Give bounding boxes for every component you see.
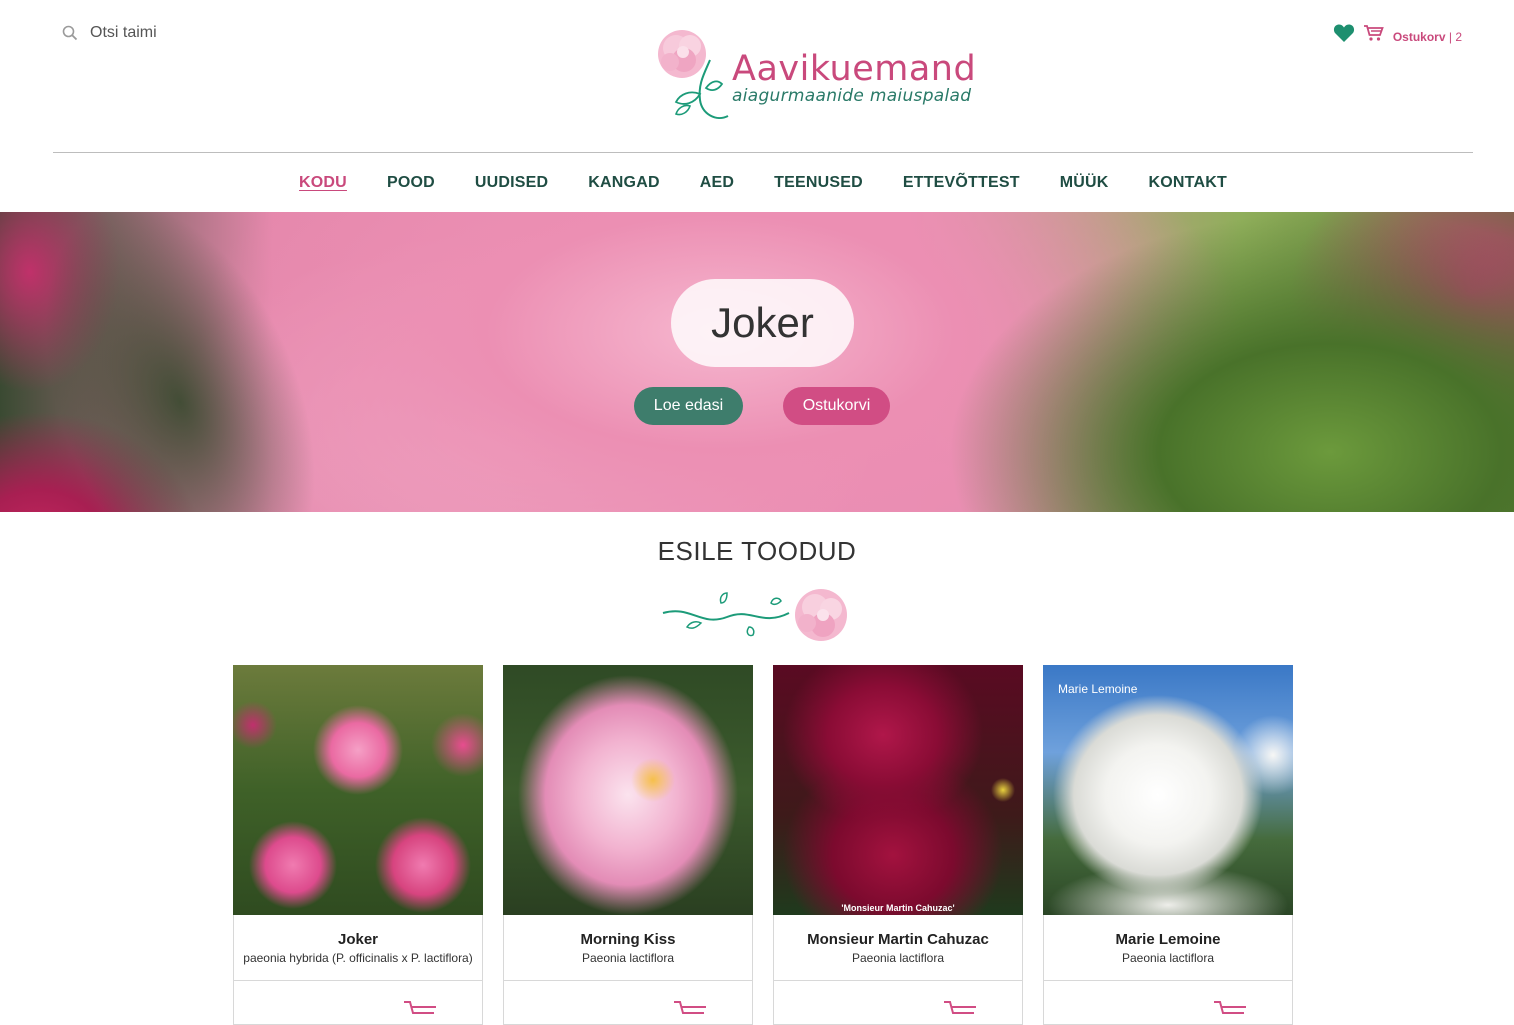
card-cart-area [234, 981, 482, 1021]
read-more-button[interactable]: Loe edasi [634, 387, 743, 425]
peony-logo-icon [658, 30, 729, 119]
nav-item-aed[interactable]: AED [700, 174, 734, 192]
cart-icon[interactable] [672, 999, 712, 1017]
card-cart-area [774, 981, 1022, 1021]
nav-item-teenused[interactable]: TEENUSED [774, 174, 863, 192]
brand-name: Aavikuemand [732, 49, 977, 89]
product-card-joker[interactable]: Joker paeonia hybrida (P. officinalis x … [233, 665, 483, 1025]
vine-flower-ornament-icon [662, 589, 847, 641]
nav-item-kodu[interactable]: KODU [299, 174, 347, 192]
product-card-morning-kiss[interactable]: Morning Kiss Paeonia lactiflora [503, 665, 753, 1025]
product-image[interactable] [233, 665, 483, 915]
nav-item-pood[interactable]: POOD [387, 174, 435, 192]
product-latin-name: Paeonia lactiflora [581, 951, 675, 965]
cart-separator: | [1445, 30, 1456, 44]
product-card-marie-lemoine[interactable]: Marie Lemoine Marie Lemoine Paeonia lact… [1043, 665, 1293, 1025]
featured-products: Joker paeonia hybrida (P. officinalis x … [233, 665, 1293, 1025]
product-latin-name: Paeonia lactiflora [851, 951, 945, 965]
hero-banner: Joker Loe edasi Ostukorvi [0, 212, 1514, 512]
nav-item-ettevottest[interactable]: ETTEVÕTTEST [903, 174, 1020, 192]
image-caption: 'Monsieur Martin Cahuzac' [841, 903, 955, 913]
main-nav: KODU POOD UUDISED KANGAD AED TEENUSED ET… [0, 153, 1514, 212]
nav-item-kontakt[interactable]: KONTAKT [1149, 174, 1227, 192]
hero-leaf-shadow [0, 212, 370, 512]
nav-item-kangad[interactable]: KANGAD [588, 174, 659, 192]
product-name[interactable]: Joker [234, 931, 482, 948]
nav-item-uudised[interactable]: UUDISED [475, 174, 548, 192]
wishlist-heart-icon[interactable] [1333, 23, 1355, 43]
cart-icon[interactable] [402, 999, 442, 1017]
product-name[interactable]: Monsieur Martin Cahuzac [774, 931, 1022, 948]
product-latin-name: paeonia hybrida (P. officinalis x P. lac… [243, 951, 473, 965]
hero-title: Joker [711, 299, 814, 346]
product-name[interactable]: Marie Lemoine [1044, 931, 1292, 948]
header-divider [53, 152, 1473, 153]
search-icon [62, 25, 78, 41]
search-box[interactable] [62, 24, 290, 42]
add-to-cart-button[interactable]: Ostukorvi [783, 387, 890, 425]
brand-tagline: aiagurmaanide maiuspalad [732, 86, 972, 106]
product-name[interactable]: Morning Kiss [504, 931, 752, 948]
card-cart-area [1044, 981, 1292, 1021]
product-image[interactable]: 'Monsieur Martin Cahuzac' [773, 665, 1023, 915]
featured-heading: ESILE TOODUD [657, 536, 857, 566]
product-latin-name: Paeonia lactiflora [1121, 951, 1215, 965]
cart-icon[interactable] [1212, 999, 1252, 1017]
search-input[interactable] [90, 24, 290, 42]
card-cart-area [504, 981, 752, 1021]
hero-title-pill: Joker [671, 279, 854, 367]
shopping-cart-icon [1363, 25, 1384, 41]
product-image[interactable] [503, 665, 753, 915]
product-image[interactable]: Marie Lemoine [1043, 665, 1293, 915]
nav-item-muuk[interactable]: MÜÜK [1060, 174, 1109, 192]
cart-count: 2 [1455, 30, 1462, 44]
cart-label: Ostukorv [1392, 30, 1446, 44]
cart-icon[interactable] [942, 999, 982, 1017]
cart-link[interactable]: Ostukorv | 2 [1363, 22, 1462, 44]
cart-summary: Ostukorv | 2 [1393, 30, 1462, 44]
site-header: Aavikuemand aiagurmaanide maiuspalad Ost… [0, 0, 1514, 153]
product-card-monsieur-martin-cahuzac[interactable]: 'Monsieur Martin Cahuzac' Monsieur Marti… [773, 665, 1023, 1025]
site-logo[interactable]: Aavikuemand aiagurmaanide maiuspalad [650, 24, 980, 128]
image-caption: Marie Lemoine [1058, 682, 1138, 696]
